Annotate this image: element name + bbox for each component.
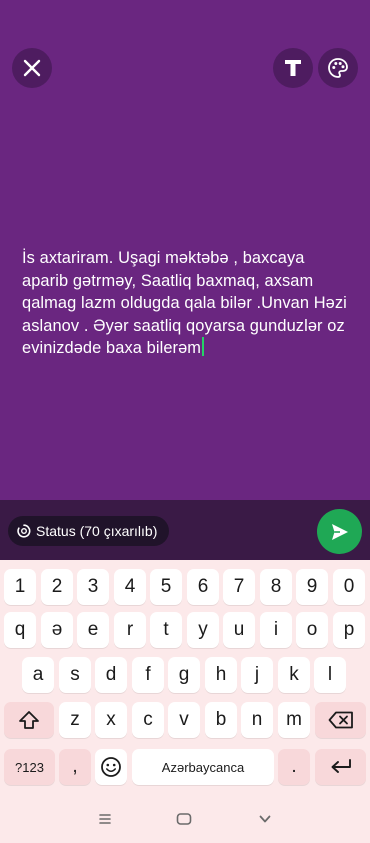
home-icon	[176, 813, 192, 825]
key-4[interactable]: 4	[114, 569, 146, 605]
close-button[interactable]	[12, 48, 52, 88]
background-color-button[interactable]	[318, 48, 358, 88]
key-p[interactable]: p	[333, 612, 365, 648]
key-z[interactable]: z	[59, 702, 91, 738]
backspace-key[interactable]	[315, 702, 366, 738]
key-r[interactable]: r	[114, 612, 146, 648]
recent-apps-button[interactable]	[98, 812, 112, 831]
key-y[interactable]: y	[187, 612, 219, 648]
key-a[interactable]: a	[22, 657, 54, 693]
space-key[interactable]: Azərbaycanca	[132, 749, 274, 785]
shift-key[interactable]	[4, 702, 54, 738]
send-button[interactable]	[317, 509, 362, 554]
back-chevron-icon	[259, 815, 271, 823]
key-x[interactable]: x	[95, 702, 127, 738]
symbols-key[interactable]: ?123	[4, 749, 55, 785]
menu-icon	[99, 814, 111, 824]
key-q[interactable]: q	[4, 612, 36, 648]
status-audience-chip[interactable]: Status (70 çıxarılıb)	[8, 516, 170, 546]
key-6[interactable]: 6	[187, 569, 219, 605]
key-schwa[interactable]: ə	[41, 612, 73, 648]
status-text: İs axtariram. Uşagi məktəbə , baxcaya ap…	[22, 249, 347, 358]
period-key[interactable]: .	[278, 749, 310, 785]
key-t[interactable]: t	[150, 612, 182, 648]
backspace-icon	[328, 711, 353, 729]
key-e[interactable]: e	[77, 612, 109, 648]
emoji-icon	[101, 757, 121, 777]
status-text-field[interactable]: İs axtariram. Uşagi məktəbə , baxcaya ap…	[22, 247, 352, 360]
key-c[interactable]: c	[132, 702, 164, 738]
key-f[interactable]: f	[132, 657, 164, 693]
text-icon	[285, 60, 301, 76]
soft-keyboard: 1 2 3 4 5 6 7 8 9 0 q ə e r t y u i o p …	[0, 561, 370, 843]
palette-icon	[328, 58, 348, 78]
shift-icon	[19, 711, 39, 729]
key-g[interactable]: g	[168, 657, 200, 693]
key-k[interactable]: k	[278, 657, 310, 693]
key-5[interactable]: 5	[150, 569, 182, 605]
text-cursor	[202, 337, 205, 357]
enter-key[interactable]	[315, 749, 366, 785]
close-icon	[23, 59, 41, 77]
key-d[interactable]: d	[95, 657, 127, 693]
key-9[interactable]: 9	[296, 569, 328, 605]
key-n[interactable]: n	[241, 702, 273, 738]
key-o[interactable]: o	[296, 612, 328, 648]
home-button[interactable]	[176, 812, 192, 831]
key-u[interactable]: u	[223, 612, 255, 648]
send-icon	[331, 523, 348, 540]
key-i[interactable]: i	[260, 612, 292, 648]
comma-key[interactable]: ,	[59, 749, 91, 785]
audience-label: Status (70 çıxarılıb)	[36, 523, 158, 539]
key-1[interactable]: 1	[4, 569, 36, 605]
key-3[interactable]: 3	[77, 569, 109, 605]
text-style-button[interactable]	[273, 48, 313, 88]
key-v[interactable]: v	[168, 702, 200, 738]
key-h[interactable]: h	[205, 657, 237, 693]
enter-icon	[331, 759, 351, 773]
key-0[interactable]: 0	[333, 569, 365, 605]
key-m[interactable]: m	[278, 702, 310, 738]
key-2[interactable]: 2	[41, 569, 73, 605]
key-7[interactable]: 7	[223, 569, 255, 605]
key-s[interactable]: s	[59, 657, 91, 693]
emoji-key[interactable]	[95, 749, 127, 785]
back-button[interactable]	[258, 812, 272, 831]
status-ring-icon	[17, 524, 31, 538]
key-b[interactable]: b	[205, 702, 237, 738]
key-l[interactable]: l	[314, 657, 346, 693]
key-8[interactable]: 8	[260, 569, 292, 605]
key-j[interactable]: j	[241, 657, 273, 693]
